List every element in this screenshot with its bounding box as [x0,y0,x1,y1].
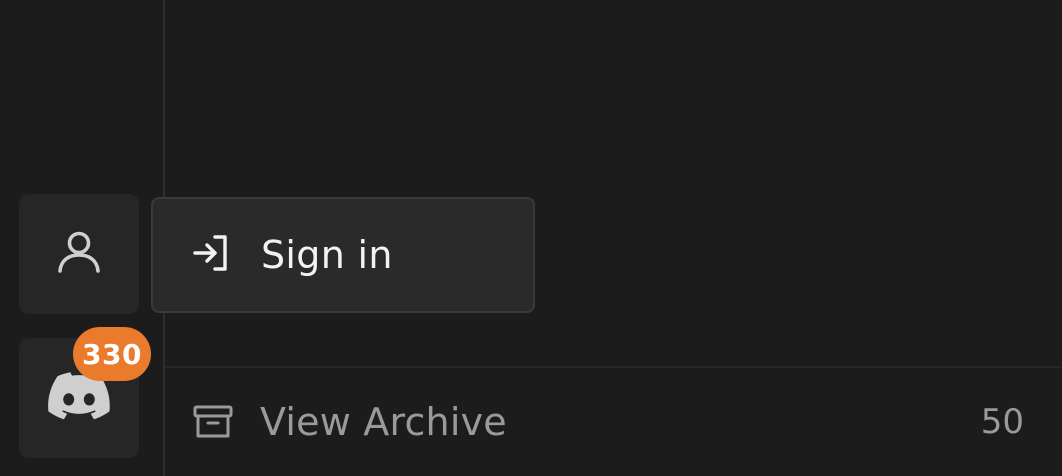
archive-count: 50 [980,402,1024,442]
view-archive-item[interactable]: View Archive 50 [165,368,1062,476]
notification-badge: 330 [73,327,151,381]
left-rail: 330 [0,0,163,476]
app-frame: 330 Sign in View Archive 50 [0,0,1062,476]
archive-icon [192,401,234,443]
user-icon [55,228,103,280]
sign-in-icon [191,233,231,277]
sign-in-menu-item[interactable]: Sign in [151,197,535,313]
view-archive-label: View Archive [260,400,507,444]
sign-in-label: Sign in [261,233,393,277]
account-button[interactable] [19,194,139,314]
